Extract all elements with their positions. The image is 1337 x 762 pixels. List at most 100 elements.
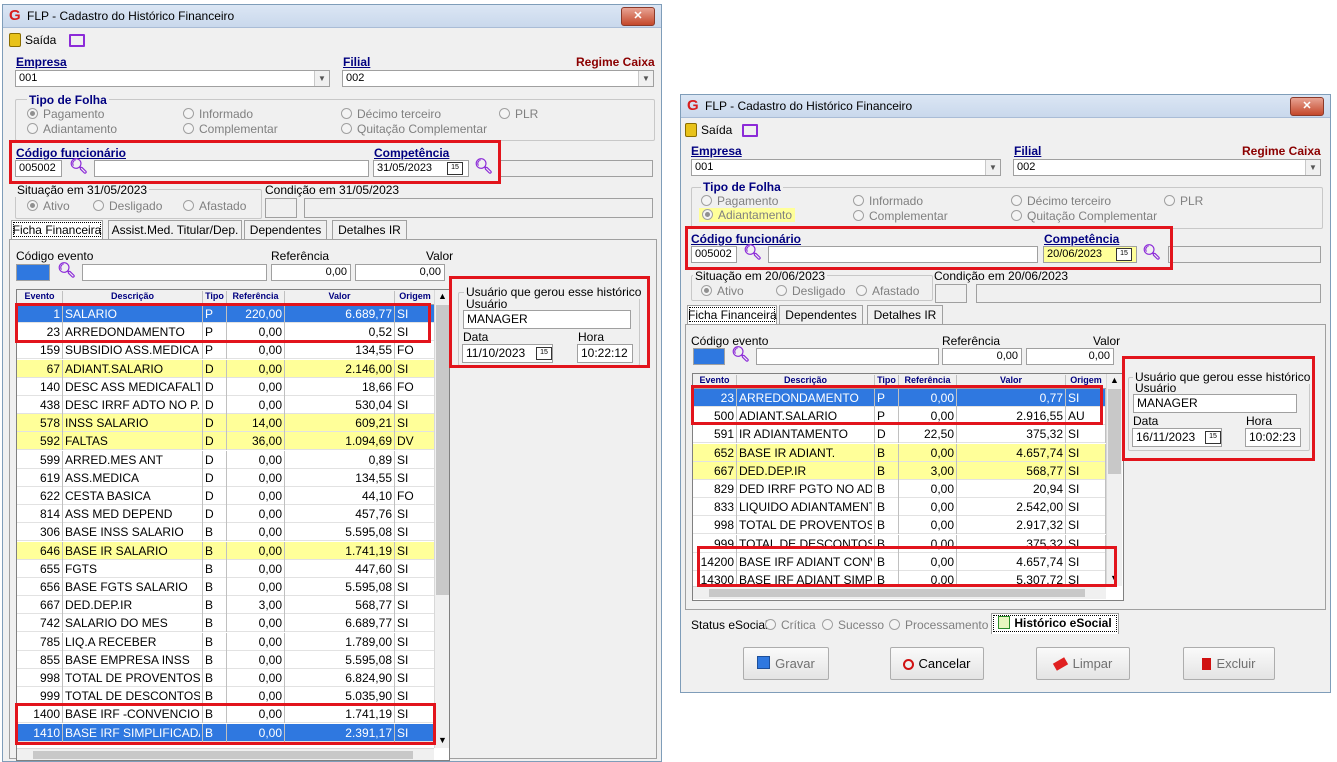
radio-adiantamento[interactable]: Adiantamento bbox=[27, 122, 117, 136]
radio-processamento[interactable]: Processamento bbox=[889, 618, 988, 632]
saida-button[interactable]: Saída bbox=[25, 33, 56, 47]
radio-quitacao-complementar[interactable]: Quitação Complementar bbox=[1011, 209, 1157, 223]
table-row[interactable]: 1410 BASE IRF SIMPLIFICADA B 0,00 2.391,17 SI bbox=[17, 723, 435, 742]
empresa-select[interactable]: 001 ▼ bbox=[15, 70, 330, 87]
competencia-search-icon[interactable]: 🔍︎ bbox=[1142, 243, 1161, 261]
table-row[interactable]: 656 BASE FGTS SALARIO B 0,00 5.595,08 SI bbox=[17, 578, 435, 596]
table-row[interactable]: 23 ARREDONDAMENTO P 0,00 0,52 SI bbox=[17, 323, 435, 342]
vertical-scrollbar[interactable]: ▲ ▼ bbox=[1106, 374, 1122, 586]
cancelar-button[interactable]: Cancelar bbox=[890, 647, 984, 680]
table-row[interactable]: 742 SALARIO DO MES B 0,00 6.689,77 SI bbox=[17, 614, 435, 633]
table-row[interactable]: 306 BASE INSS SALARIO B 0,00 5.595,08 SI bbox=[17, 523, 435, 542]
table-row[interactable]: 599 ARRED.MES ANT D 0,00 0,89 SI bbox=[17, 450, 435, 469]
filial-select[interactable]: 002 ▼ bbox=[342, 70, 654, 87]
filial-select[interactable]: 002 ▼ bbox=[1013, 159, 1321, 176]
radio-desligado[interactable]: Desligado bbox=[93, 199, 162, 213]
radio-adiantamento[interactable]: Adiantamento bbox=[699, 208, 796, 222]
col-tipo[interactable]: Tipo bbox=[875, 375, 899, 388]
valor-input[interactable]: 0,00 bbox=[355, 264, 445, 281]
tab-dependentes[interactable]: Dependentes bbox=[244, 220, 327, 239]
table-row[interactable]: 578 INSS SALARIO D 14,00 609,21 SI bbox=[17, 414, 435, 433]
table-row[interactable]: 23 ARREDONDAMENTO P 0,00 0,77 SI bbox=[693, 389, 1106, 407]
radio-quitacao-complementar[interactable]: Quitação Complementar bbox=[341, 122, 487, 136]
monitor-icon[interactable] bbox=[742, 124, 758, 137]
table-row[interactable]: 592 FALTAS D 36,00 1.094,69 DV bbox=[17, 432, 435, 451]
table-row[interactable]: 814 ASS MED DEPEND D 0,00 457,76 SI bbox=[17, 505, 435, 524]
eventos-grid[interactable]: Evento Descrição Tipo Referência Valor O… bbox=[16, 289, 450, 761]
search-icon[interactable]: 🔍︎ bbox=[69, 157, 88, 175]
col-evento[interactable]: Evento bbox=[17, 291, 63, 304]
col-descricao[interactable]: Descrição bbox=[63, 291, 203, 304]
tab-ficha-financeira[interactable]: Ficha Financeira bbox=[11, 220, 103, 239]
scroll-thumb[interactable] bbox=[1108, 389, 1121, 474]
evento-search-icon[interactable]: 🔍︎ bbox=[57, 261, 76, 279]
vertical-scrollbar[interactable]: ▲ ▼ bbox=[434, 290, 449, 748]
saida-button[interactable]: Saída bbox=[701, 123, 732, 137]
radio-informado[interactable]: Informado bbox=[183, 107, 253, 121]
valor-input[interactable]: 0,00 bbox=[1026, 348, 1114, 365]
table-row[interactable]: 833 LIQUIDO ADIANTAMENTO B 0,00 2.542,00 SI bbox=[693, 498, 1106, 517]
evento-search-icon[interactable]: 🔍︎ bbox=[731, 345, 750, 363]
codigo-funcionario-input[interactable]: 005002 bbox=[15, 160, 62, 177]
empresa-select[interactable]: 001 ▼ bbox=[691, 159, 1001, 176]
horizontal-scrollbar[interactable] bbox=[17, 748, 434, 760]
tab-dependentes[interactable]: Dependentes bbox=[779, 305, 863, 324]
limpar-button[interactable]: Limpar bbox=[1036, 647, 1130, 680]
tab-detalhes-ir[interactable]: Detalhes IR bbox=[332, 220, 407, 239]
radio-sucesso[interactable]: Sucesso bbox=[822, 618, 884, 632]
table-row[interactable]: 785 LIQ.A RECEBER B 0,00 1.789,00 SI bbox=[17, 632, 435, 651]
table-row[interactable]: 667 DED.DEP.IR B 3,00 568,77 SI bbox=[17, 596, 435, 615]
radio-afastado[interactable]: Afastado bbox=[183, 199, 246, 213]
table-row[interactable]: 159 SUBSIDIO ASS.MEDICA P 0,00 134,55 FO bbox=[17, 341, 435, 360]
col-origem[interactable]: Origem bbox=[1066, 375, 1106, 388]
table-row[interactable]: 591 IR ADIANTAMENTO D 22,50 375,32 SI bbox=[693, 425, 1106, 444]
col-tipo[interactable]: Tipo bbox=[203, 291, 227, 304]
tab-detalhes-ir[interactable]: Detalhes IR bbox=[867, 305, 943, 324]
calendar-icon[interactable]: 15 bbox=[1116, 248, 1132, 261]
table-row[interactable]: 500 ADIANT.SALARIO P 0,00 2.916,55 AU bbox=[693, 407, 1106, 426]
table-row[interactable]: 667 DED.DEP.IR B 3,00 568,77 SI bbox=[693, 461, 1106, 480]
table-row[interactable]: 438 DESC IRRF ADTO NO P... D 0,00 530,04 SI bbox=[17, 396, 435, 414]
table-row[interactable]: 646 BASE IR SALARIO B 0,00 1.741,19 SI bbox=[17, 541, 435, 560]
table-row[interactable]: 1400BASE IRF -CONVENCION...B0,001.741,19… bbox=[17, 705, 435, 724]
radio-ativo[interactable]: Ativo bbox=[27, 199, 70, 213]
calendar-icon[interactable]: 15 bbox=[536, 347, 552, 360]
referencia-input[interactable]: 0,00 bbox=[271, 264, 351, 281]
scroll-up-icon[interactable]: ▲ bbox=[1110, 375, 1119, 385]
search-icon[interactable]: 🔍︎ bbox=[743, 243, 762, 261]
calendar-icon[interactable]: 15 bbox=[447, 162, 463, 175]
scroll-down-icon[interactable]: ▼ bbox=[1110, 573, 1119, 583]
tab-ficha-financeira[interactable]: Ficha Financeira bbox=[687, 305, 777, 324]
table-row[interactable]: 998 TOTAL DE PROVENTOS B 0,00 2.917,32 SI bbox=[693, 516, 1106, 535]
table-row[interactable]: 622 CESTA BASICA D 0,00 44,10 FO bbox=[17, 487, 435, 505]
hscroll-thumb[interactable] bbox=[33, 751, 413, 759]
radio-pagamento[interactable]: Pagamento bbox=[701, 194, 778, 208]
table-row[interactable]: 652 BASE IR ADIANT. B 0,00 4.657,74 SI bbox=[693, 443, 1106, 462]
calendar-icon[interactable]: 15 bbox=[1205, 431, 1221, 444]
radio-pagamento[interactable]: Pagamento bbox=[27, 107, 104, 121]
referencia-input[interactable]: 0,00 bbox=[942, 348, 1022, 365]
radio-complementar[interactable]: Complementar bbox=[183, 122, 278, 136]
codigo-evento-input[interactable] bbox=[693, 348, 725, 365]
table-row[interactable]: 67 ADIANT.SALARIO D 0,00 2.146,00 SI bbox=[17, 359, 435, 378]
col-valor[interactable]: Valor bbox=[957, 375, 1066, 388]
scroll-thumb[interactable] bbox=[436, 305, 449, 595]
tab-historico-esocial[interactable]: Histórico eSocial bbox=[991, 613, 1119, 634]
hscroll-thumb[interactable] bbox=[709, 589, 1085, 597]
scroll-down-icon[interactable]: ▼ bbox=[438, 735, 447, 745]
table-row[interactable]: 655 FGTS B 0,00 447,60 SI bbox=[17, 559, 435, 578]
col-referencia[interactable]: Referência bbox=[899, 375, 957, 388]
table-row[interactable]: 1 SALARIO P 220,00 6.689,77 SI bbox=[17, 305, 435, 323]
table-row[interactable]: 140 DESC ASS MEDICAFALTA D 0,00 18,66 FO bbox=[17, 377, 435, 396]
close-button[interactable]: ✕ bbox=[621, 7, 655, 26]
radio-decimo-terceiro[interactable]: Décimo terceiro bbox=[341, 107, 441, 121]
radio-informado[interactable]: Informado bbox=[853, 194, 923, 208]
col-valor[interactable]: Valor bbox=[285, 291, 395, 304]
table-row[interactable]: 998 TOTAL DE PROVENTOS B 0,00 6.824,90 SI bbox=[17, 669, 435, 687]
col-descricao[interactable]: Descrição bbox=[737, 375, 875, 388]
eventos-grid[interactable]: Evento Descrição Tipo Referência Valor O… bbox=[692, 373, 1124, 601]
radio-decimo-terceiro[interactable]: Décimo terceiro bbox=[1011, 194, 1111, 208]
col-origem[interactable]: Origem bbox=[395, 291, 435, 304]
scroll-up-icon[interactable]: ▲ bbox=[438, 291, 447, 301]
excluir-button[interactable]: Excluir bbox=[1183, 647, 1275, 680]
